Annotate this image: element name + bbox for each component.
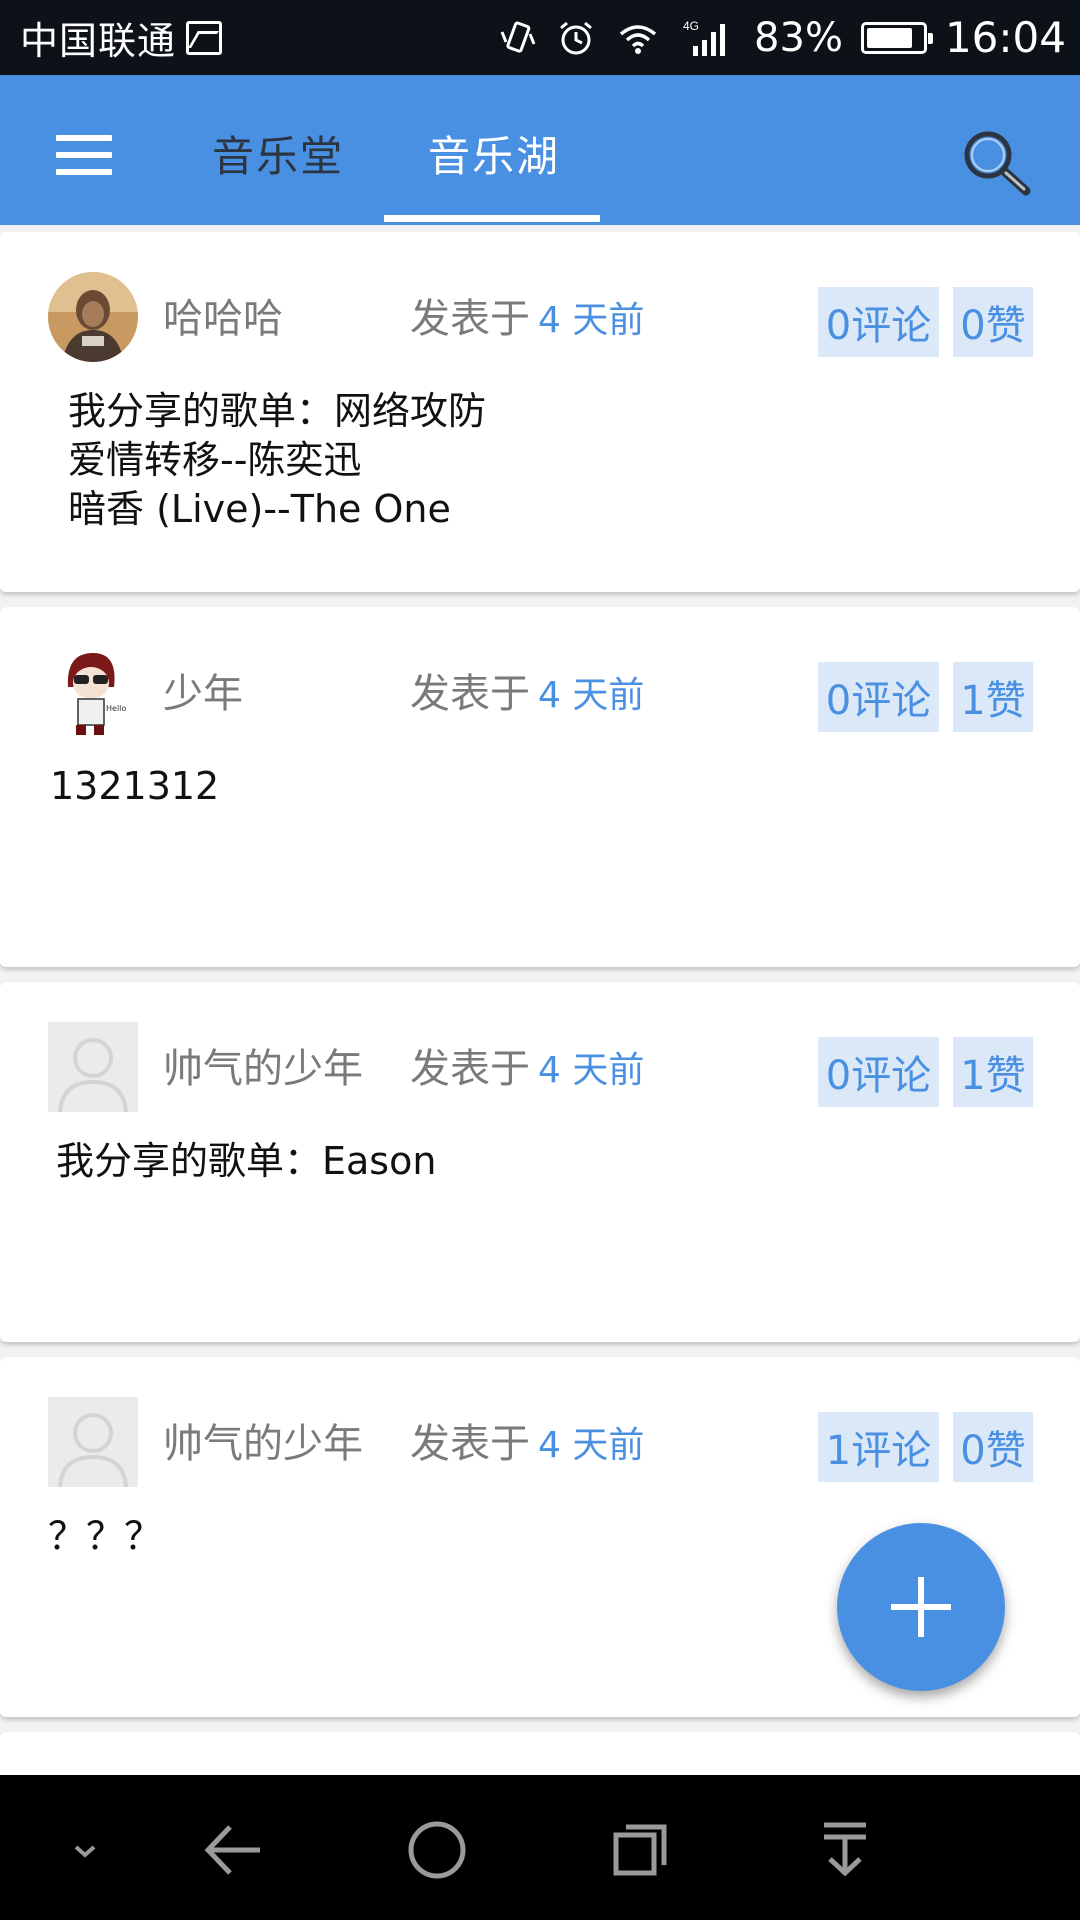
post-content: 我分享的歌单：Eason (56, 1139, 437, 1183)
post-content: ？？？ (48, 1514, 163, 1558)
likes-badge[interactable]: 1赞 (953, 1037, 1033, 1107)
posted-prefix: 发表于 (410, 1046, 530, 1092)
svg-text:Hello: Hello (106, 704, 126, 713)
wifi-icon (619, 24, 657, 54)
posted-prefix: 发表于 (410, 671, 530, 717)
post-username[interactable]: 哈哈哈 (163, 286, 283, 344)
post-time: 发表于 4 天前 (410, 1411, 644, 1469)
tab-music-lake[interactable]: 音乐湖 (428, 123, 560, 184)
comments-badge[interactable]: 1评论 (818, 1412, 939, 1482)
post-time: 发表于 4 天前 (410, 286, 644, 344)
post-card[interactable]: 帅气的少年 发表于 4 天前 0评论 1赞 我分享的歌单：Eason (0, 982, 1080, 1342)
tab-music-hall[interactable]: 音乐堂 (212, 123, 344, 184)
recents-icon[interactable] (606, 1815, 676, 1885)
back-icon[interactable] (198, 1815, 268, 1885)
cartoon-avatar[interactable]: Hello (48, 647, 138, 737)
default-avatar[interactable] (48, 1397, 138, 1487)
comments-badge[interactable]: 0评论 (818, 662, 939, 732)
post-time: 发表于 4 天前 (410, 661, 644, 719)
post-card[interactable]: 哈哈哈 发表于 4 天前 0评论 0赞 我分享的歌单：网络攻防 爱情转移--陈奕迅… (0, 232, 1080, 592)
post-content: 我分享的歌单：网络攻防 爱情转移--陈奕迅 暗香 (Live)--The One (68, 389, 487, 531)
comments-badge[interactable]: 0评论 (818, 1037, 939, 1107)
battery-percent: 83% (754, 14, 843, 61)
clock: 16:04 (944, 13, 1066, 62)
photo-avatar[interactable] (48, 272, 138, 362)
home-icon[interactable] (402, 1815, 472, 1885)
posted-relative-time: 4 天前 (538, 1425, 645, 1466)
posted-prefix: 发表于 (410, 1421, 530, 1467)
posted-relative-time: 4 天前 (538, 675, 645, 716)
carrier-name: 中国联通 (20, 19, 177, 63)
status-icons: 4G 83% 16:04 (498, 13, 1066, 62)
likes-badge[interactable]: 0赞 (953, 287, 1033, 357)
post-username[interactable]: 少年 (163, 661, 243, 719)
posted-relative-time: 4 天前 (538, 1050, 645, 1091)
vibrate-icon (500, 21, 536, 53)
menu-icon[interactable] (56, 135, 112, 175)
post-username[interactable]: 帅气的少年 (163, 1036, 363, 1094)
battery-icon (860, 21, 933, 54)
notification-pull-icon[interactable] (810, 1815, 880, 1885)
network-type: 4G (683, 19, 699, 33)
post-username[interactable]: 帅气的少年 (163, 1411, 363, 1469)
app-bar: 音乐堂 音乐湖 (0, 75, 1080, 225)
posted-prefix: 发表于 (410, 296, 530, 342)
comments-badge[interactable]: 0评论 (818, 287, 939, 357)
default-avatar[interactable] (48, 1022, 138, 1112)
likes-badge[interactable]: 1赞 (953, 662, 1033, 732)
active-tab-indicator (384, 215, 600, 222)
collapse-icon[interactable] (50, 1815, 120, 1885)
add-post-button[interactable] (837, 1523, 1005, 1691)
image-icon (186, 20, 223, 55)
alarm-icon (560, 21, 593, 54)
likes-badge[interactable]: 0赞 (953, 1412, 1033, 1482)
post-content: 1321312 (50, 764, 220, 808)
posted-relative-time: 4 天前 (538, 300, 645, 341)
system-nav-bar (0, 1775, 1080, 1920)
battery-level-fill (866, 27, 912, 48)
status-bar: 中国联通 4G 83% 16:04 (0, 0, 1080, 75)
post-card[interactable]: Hello 少年 发表于 4 天前 0评论 1赞 1321312 (0, 607, 1080, 967)
post-time: 发表于 4 天前 (410, 1036, 644, 1094)
search-icon[interactable] (958, 125, 1034, 201)
signal-icon: 4G (683, 19, 726, 56)
